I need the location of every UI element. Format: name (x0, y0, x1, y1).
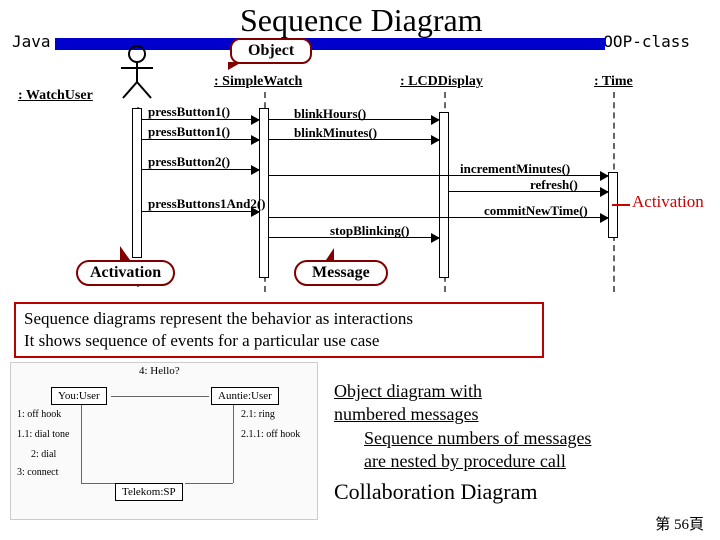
arrow-icon (269, 139, 439, 140)
msg-label: pressButton2() (148, 154, 230, 170)
arrow-icon (269, 119, 439, 120)
arrow-icon (142, 139, 259, 140)
msg-label: pressButtons1And2() (148, 196, 266, 212)
object-diagram-thumb: 4: Hello? You:User Auntie:User Telekom:S… (10, 362, 318, 520)
collab-line: are nested by procedure call (364, 451, 566, 471)
collab-line: Sequence numbers of messages (364, 428, 591, 448)
lifeline-simplewatch: : SimpleWatch (214, 74, 302, 90)
oop-class-label: OOP-class (603, 32, 690, 51)
activation-label-right: Activation (632, 192, 704, 212)
arrow-icon (142, 169, 259, 170)
od-obj-auntie: Auntie:User (211, 387, 279, 405)
od-link (81, 405, 82, 483)
msg-label: pressButton1() (148, 104, 230, 120)
msg-label: pressButton1() (148, 124, 230, 140)
arrow-icon (269, 217, 608, 218)
collab-line: numbered messages (334, 404, 478, 424)
od-num: 3: connect (17, 467, 58, 478)
od-link (233, 405, 234, 483)
activation-callout-left: Activation (76, 260, 175, 286)
od-link (81, 483, 115, 484)
od-num: 2: dial (31, 449, 56, 460)
arrow-icon (269, 237, 439, 238)
collab-line: Object diagram with (334, 381, 482, 401)
activation-bar (132, 108, 142, 258)
page-number: 第 56頁 (655, 513, 704, 534)
arrow-icon (142, 211, 259, 212)
od-obj-you: You:User (51, 387, 107, 405)
message-callout: Message (294, 260, 388, 286)
callout-tail (326, 248, 334, 260)
java-label: Java (12, 32, 51, 51)
diagram-title: Sequence Diagram (240, 2, 483, 39)
activation-bar (259, 108, 269, 278)
lifeline-watchuser: : WatchUser (18, 88, 93, 104)
od-num: 1: off hook (17, 409, 61, 420)
collab-text: Object diagram with numbered messages Se… (334, 380, 591, 506)
arrow-icon (448, 191, 608, 192)
od-num: 1.1: dial tone (17, 429, 70, 440)
collab-title: Collaboration Diagram (334, 478, 591, 507)
activation-bar (439, 112, 449, 278)
description-box: Sequence diagrams represent the behavior… (14, 302, 544, 358)
arrow-icon (142, 119, 259, 120)
od-num: 2.1.1: off hook (241, 429, 300, 440)
pointer-line (612, 204, 630, 206)
od-link (185, 483, 233, 484)
od-link (111, 396, 209, 397)
object-callout: Object (230, 38, 312, 64)
arrow-icon (269, 175, 608, 176)
desc-line: Sequence diagrams represent the behavior… (24, 308, 534, 330)
desc-line: It shows sequence of events for a partic… (24, 330, 534, 352)
lifeline-lcddisplay: : LCDDisplay (400, 74, 483, 90)
actor-icon (117, 44, 157, 100)
od-msg: 4: Hello? (139, 365, 180, 377)
callout-tail (120, 246, 130, 260)
lifeline-time: : Time (594, 74, 633, 90)
od-obj-telekom: Telekom:SP (115, 483, 183, 501)
od-num: 2.1: ring (241, 409, 275, 420)
